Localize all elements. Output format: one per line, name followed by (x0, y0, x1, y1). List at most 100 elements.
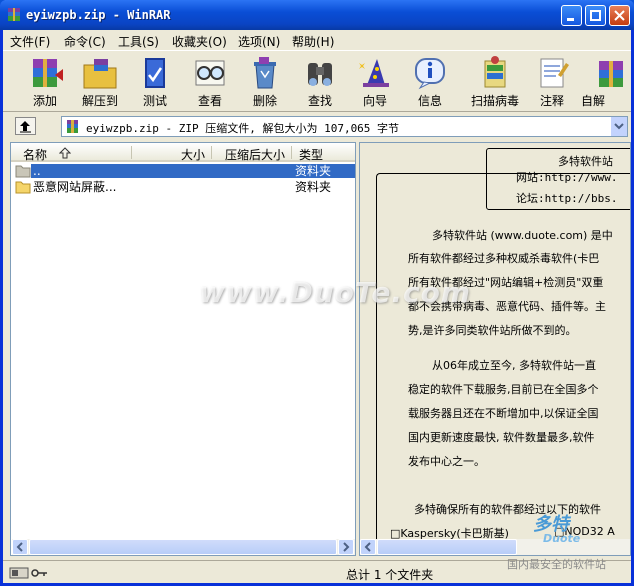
test-book-icon (145, 58, 165, 88)
file-row[interactable]: 恶意网站屏蔽... 资料夹 (11, 179, 355, 195)
minimize-button[interactable] (561, 5, 582, 26)
delete-recycle-icon (254, 57, 276, 89)
extract-to-label: 解压到 (81, 94, 118, 108)
file-name: .. (31, 164, 293, 178)
file-type: 资料夹 (295, 180, 332, 194)
chevron-down-icon (614, 123, 624, 130)
up-folder-button[interactable] (15, 117, 36, 135)
sfx-archive-icon (599, 61, 623, 87)
window-title: eyiwzpb.zip - WinRAR (26, 8, 171, 22)
view-label: 查看 (197, 94, 222, 108)
logo-slogan: 国内最安全的软件站 (507, 558, 606, 571)
menu-options[interactable]: 选项(N) (238, 33, 280, 50)
column-header: 名称 大小 压缩后大小 类型 (11, 143, 355, 162)
scroll-left-button[interactable] (360, 539, 376, 555)
header-website: 网站:http://www. (516, 171, 618, 184)
folder-icon (15, 181, 31, 194)
test-button[interactable]: 测试 (125, 53, 185, 111)
menu-help[interactable]: 帮助(H) (292, 33, 334, 50)
extract-to-button[interactable]: 解压到 (70, 53, 130, 111)
scroll-right-button[interactable] (338, 539, 354, 555)
find-label: 查找 (307, 94, 332, 108)
column-separator (131, 146, 132, 159)
virus-scan-label: 扫描病毒 (470, 94, 519, 108)
column-type[interactable]: 类型 (299, 146, 323, 163)
column-size[interactable]: 大小 (181, 146, 205, 163)
maximize-button[interactable] (585, 5, 606, 26)
virus-scan-icon (484, 56, 506, 88)
close-icon (614, 10, 625, 21)
up-arrow-icon (20, 121, 31, 133)
file-row-parent[interactable]: .. 资料夹 (11, 163, 355, 179)
winrar-app-icon (8, 8, 20, 21)
sort-up-icon (59, 147, 71, 159)
comment-viewer: 多特软件站 网站:http://www. 论坛:http://bbs. 多特软件… (359, 142, 631, 556)
toolbar: 添加 解压到 测试 查看 删除 查找 向导 信息 扫描病毒 注释 自解 (3, 50, 631, 112)
winrar-window: eyiwzpb.zip - WinRAR 文件(F) 命令(C) 工具(S) 收… (0, 0, 634, 586)
chevron-right-icon (343, 542, 350, 552)
para2-line1: 从06年成立至今, 多特软件站一直 (432, 359, 596, 372)
scroll-thumb[interactable] (29, 539, 337, 555)
header-forum: 论坛:http://bbs. (516, 192, 618, 205)
archive-icon (67, 120, 78, 133)
menu-favorites[interactable]: 收藏夹(O) (172, 33, 227, 50)
delete-button[interactable]: 删除 (235, 53, 295, 111)
extract-folder-icon (83, 59, 117, 89)
maximize-icon (590, 10, 601, 21)
column-separator (211, 146, 212, 159)
add-archive-icon (33, 59, 63, 87)
file-type: 资料夹 (293, 164, 355, 178)
menu-commands[interactable]: 命令(C) (64, 33, 106, 50)
address-field[interactable]: eyiwzpb.zip - ZIP 压缩文件, 解包大小为 107,065 字节 (61, 116, 628, 137)
folder-icon (15, 165, 31, 178)
column-name[interactable]: 名称 (23, 146, 47, 163)
wizard-hat-icon (359, 59, 389, 87)
menu-tools[interactable]: 工具(S) (118, 33, 159, 50)
find-binoculars-icon (308, 63, 332, 86)
chevron-left-icon (16, 542, 23, 552)
view-button[interactable]: 查看 (180, 53, 240, 111)
comment-label: 注释 (539, 94, 564, 108)
file-list: 名称 大小 压缩后大小 类型 .. 资料夹 恶意网站屏蔽... 资料夹 (10, 142, 356, 556)
close-button[interactable] (609, 5, 630, 26)
menu-bar: 文件(F) 命令(C) 工具(S) 收藏夹(O) 选项(N) 帮助(H) (3, 30, 631, 50)
para2-line5: 发布中心之一。 (408, 455, 485, 468)
file-list-scrollbar[interactable] (12, 539, 355, 555)
comment-button[interactable]: 注释 (522, 53, 582, 111)
column-separator (291, 146, 292, 159)
header-title: 多特软件站 (558, 155, 613, 168)
column-packed[interactable]: 压缩后大小 (225, 146, 285, 163)
drive-key-icon (9, 567, 47, 579)
add-button[interactable]: 添加 (15, 53, 75, 111)
info-button[interactable]: 信息 (400, 53, 460, 111)
view-glasses-icon (195, 60, 225, 86)
para2-line2: 稳定的软件下载服务,目前已在全国多个 (408, 383, 599, 396)
para1-line1: 多特软件站 (www.duote.com) 是中 (432, 229, 613, 242)
address-bar: eyiwzpb.zip - ZIP 压缩文件, 解包大小为 107,065 字节 (3, 113, 631, 139)
file-name: 恶意网站屏蔽... (33, 180, 117, 194)
minimize-icon (567, 18, 574, 21)
para1-line2: 所有软件都经过多种权威杀毒软件(卡巴 (408, 252, 600, 265)
wizard-label: 向导 (362, 94, 387, 108)
info-label: 信息 (417, 94, 442, 108)
add-label: 添加 (32, 94, 57, 108)
scroll-thumb[interactable] (377, 539, 517, 555)
logo-text-en: Duote (543, 532, 581, 545)
find-button[interactable]: 查找 (290, 53, 350, 111)
title-bar: eyiwzpb.zip - WinRAR (0, 0, 634, 30)
chevron-left-icon (364, 542, 371, 552)
info-icon (415, 58, 445, 90)
delete-label: 删除 (252, 94, 277, 108)
sfx-button[interactable]: 自解 (577, 53, 631, 111)
scroll-left-button[interactable] (12, 539, 28, 555)
duote-logo: 多特 Duote 国内最安全的软件站 (503, 510, 629, 576)
comment-note-icon (540, 58, 569, 88)
test-label: 测试 (142, 94, 167, 108)
menu-file[interactable]: 文件(F) (10, 33, 50, 50)
wizard-button[interactable]: 向导 (345, 53, 405, 111)
virus-scan-button[interactable]: 扫描病毒 (465, 53, 525, 111)
para2-line4: 国内更新速度最快, 软件数量最多,软件 (408, 431, 595, 444)
address-dropdown-button[interactable] (610, 117, 627, 136)
address-text: eyiwzpb.zip - ZIP 压缩文件, 解包大小为 107,065 字节 (86, 122, 400, 135)
para1-line5: 势,是许多同类软件站所做不到的。 (408, 324, 577, 337)
